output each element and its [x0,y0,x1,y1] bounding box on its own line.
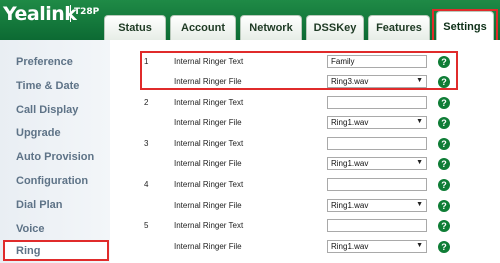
chevron-down-icon: ▼ [416,201,423,208]
internal-ringer-file-label: Internal Ringer File [174,201,242,210]
chevron-down-icon: ▼ [416,242,423,249]
help-icon[interactable]: ? [438,117,450,129]
internal-ringer-file-select[interactable]: Ring1.wav ▼ [327,157,427,170]
chevron-down-icon: ▼ [416,118,423,125]
internal-ringer-file-label: Internal Ringer File [174,77,242,86]
select-value: Ring1.wav [331,159,369,168]
help-icon[interactable]: ? [438,56,450,68]
ringer-index: 1 [144,57,149,66]
internal-ringer-text-label: Internal Ringer Text [174,57,244,66]
internal-ringer-text-input[interactable] [327,55,427,68]
tab-network[interactable]: Network [240,15,302,40]
internal-ringer-text-label: Internal Ringer Text [174,221,244,230]
sidebar-item-auto-provision[interactable]: Auto Provision [16,151,94,163]
select-value: Ring1.wav [331,201,369,210]
tab-status[interactable]: Status [104,15,166,40]
sidebar-item-voice[interactable]: Voice [16,223,45,235]
internal-ringer-text-label: Internal Ringer Text [174,180,244,189]
tab-features[interactable]: Features [368,15,430,40]
internal-ringer-text-label: Internal Ringer Text [174,98,244,107]
ringer-index: 4 [144,180,149,189]
internal-ringer-text-input[interactable] [327,178,427,191]
internal-ringer-text-input[interactable] [327,96,427,109]
internal-ringer-file-label: Internal Ringer File [174,118,242,127]
help-icon[interactable]: ? [438,138,450,150]
internal-ringer-text-input[interactable] [327,219,427,232]
tab-settings[interactable]: Settings [436,11,494,41]
help-icon[interactable]: ? [438,241,450,253]
logo-divider [70,5,71,22]
tab-account[interactable]: Account [170,15,236,40]
model-label: T28P [74,7,100,17]
internal-ringer-file-label: Internal Ringer File [174,242,242,251]
help-icon[interactable]: ? [438,200,450,212]
help-icon[interactable]: ? [438,97,450,109]
chevron-down-icon: ▼ [416,159,423,166]
sidebar-item-upgrade[interactable]: Upgrade [16,127,61,139]
ringer-index: 5 [144,221,149,230]
internal-ringer-file-select[interactable]: Ring1.wav ▼ [327,240,427,253]
tab-dsskey[interactable]: DSSKey [306,15,364,40]
help-icon[interactable]: ? [438,220,450,232]
ringer-index: 3 [144,139,149,148]
internal-ringer-file-select[interactable]: Ring1.wav ▼ [327,116,427,129]
internal-ringer-file-select[interactable]: Ring3.wav ▼ [327,75,427,88]
brand-logo: Yealink [3,3,77,25]
select-value: Ring1.wav [331,118,369,127]
help-icon[interactable]: ? [438,179,450,191]
select-value: Ring3.wav [331,77,369,86]
sidebar-item-call-display[interactable]: Call Display [16,104,78,116]
sidebar-item-dial-plan[interactable]: Dial Plan [16,199,62,211]
sidebar-item-time-date[interactable]: Time & Date [16,80,79,92]
help-icon[interactable]: ? [438,76,450,88]
sidebar-item-ring[interactable]: Ring [16,245,40,257]
internal-ringer-text-label: Internal Ringer Text [174,139,244,148]
internal-ringer-file-select[interactable]: Ring1.wav ▼ [327,199,427,212]
internal-ringer-file-label: Internal Ringer File [174,159,242,168]
ringer-index: 2 [144,98,149,107]
select-value: Ring1.wav [331,242,369,251]
sidebar-item-preference[interactable]: Preference [16,56,73,68]
sidebar-item-configuration[interactable]: Configuration [16,175,88,187]
chevron-down-icon: ▼ [416,77,423,84]
internal-ringer-text-input[interactable] [327,137,427,150]
help-icon[interactable]: ? [438,158,450,170]
